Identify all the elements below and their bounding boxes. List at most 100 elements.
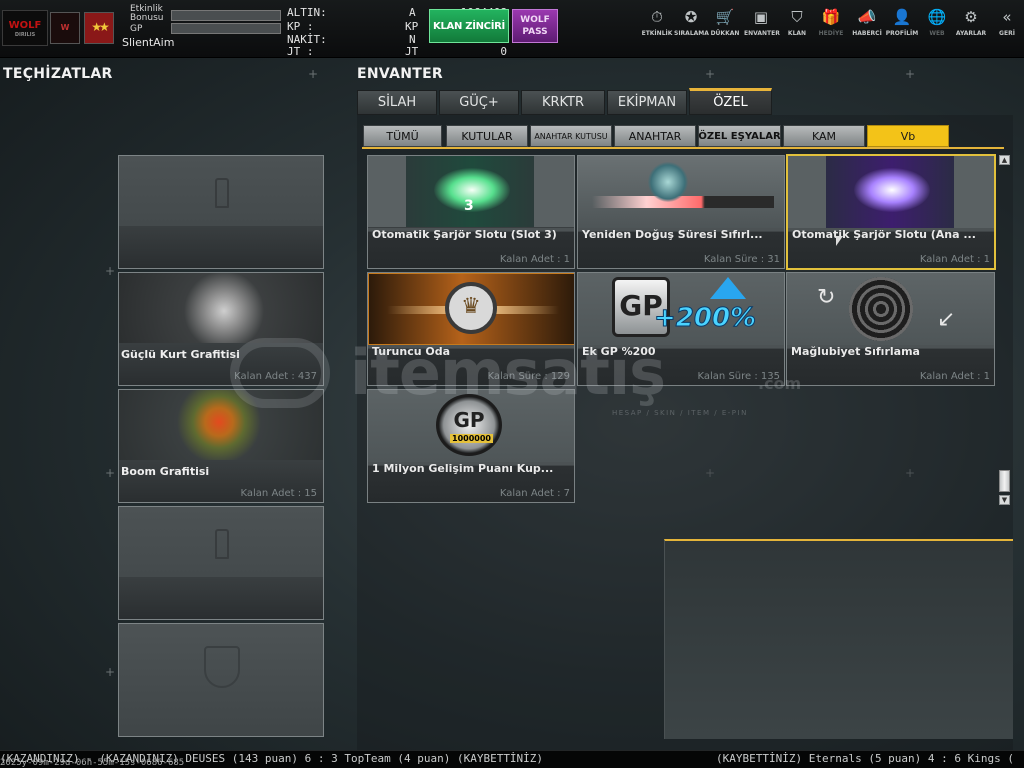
item-name: 1 Milyon Gelişim Puanı Kup... [372,462,554,475]
inventory-item[interactable]: ↻ ↙ Mağlubiyet Sıfırlama Kalan Adet : 1 [786,272,995,386]
tab-krktr[interactable]: KRKTR [521,90,605,115]
inventory-item[interactable]: GP 1000000 1 Milyon Gelişim Puanı Kup...… [367,389,575,503]
gear-icon: ⚙ [964,8,978,26]
inventory-item-selected[interactable]: Otomatik Şarjör Slotu (Ana ... Kalan Ade… [786,154,996,270]
gift-icon: 🎁 [821,8,841,26]
item-qty: Kalan Süre : 135 [697,371,780,382]
reset-arrow-icon: ↻ [817,285,836,310]
nav-megaphone[interactable]: 📣 HABERCİ [850,8,884,48]
nav-cart[interactable]: 🛒 DÜKKAN [708,8,742,48]
item-detail-panel [664,539,1013,739]
nav-label: HABERCİ [852,30,882,37]
wolf-graffiti-art [119,273,323,343]
spray-can-icon [215,529,229,559]
clan-emblem[interactable]: W [50,12,80,44]
reset-arrow-icon: ↙ [937,307,956,332]
slot-art [119,507,323,577]
inventory-item[interactable]: Yeniden Doğuş Süresi Sıfırl... Kalan Sür… [577,155,785,269]
megaphone-icon: 📣 [857,8,877,26]
nav-label: SIRALAMA [674,30,709,37]
nav-profile[interactable]: 👤 PROFİLİM [885,8,919,48]
currency-row-jt: JT :0 JT [287,45,507,58]
inventory-scrollbar[interactable]: ▲ ▼ [999,155,1010,505]
subtab-tumu[interactable]: TÜMÜ [363,125,442,147]
decor-plus: + [705,67,716,81]
orange-room-art: ♛ [368,273,574,345]
cursor-icon [836,236,843,246]
up-arrow-icon [710,277,746,299]
nav-gift[interactable]: 🎁 HEDİYE [814,8,848,48]
subtab-underline [362,147,1004,149]
scroll-thumb[interactable] [999,470,1010,492]
gp-label: GP [130,24,143,34]
clan-chain-button[interactable]: KLAN ZİNCİRİ [429,9,509,43]
wolf-pass-button[interactable]: WOLF PASS [512,9,558,43]
game-logo: WOLF DIRILIS [2,10,48,46]
subtab-kutular[interactable]: KUTULAR [446,125,528,147]
nav-label: ENVANTER [744,30,780,37]
item-qty: Kalan Adet : 1 [919,254,990,265]
inventory-item[interactable]: ♛ Turuncu Oda Kalan Süre : 129 [367,272,575,386]
item-name: Otomatik Şarjör Slotu (Ana ... [792,228,976,241]
nav-label: WEB [929,30,945,37]
subtab-kam[interactable]: KAM [783,125,865,147]
subtab-anahtar-kutusu[interactable]: ANAHTAR KUTUSU [530,125,612,147]
scroll-up-icon[interactable]: ▲ [999,155,1010,165]
item-name: Turuncu Oda [372,345,451,358]
nav-back[interactable]: « GERİ [990,8,1024,48]
username: SlientAim [122,36,175,49]
subtab-vb[interactable]: Vb [867,125,949,147]
slot-number: 3 [464,198,474,214]
inventory-icon: ▣ [753,8,769,26]
equipment-slot-graffiti-2[interactable]: Boom Grafitisi Kalan Adet : 15 [118,389,324,503]
nav-globe[interactable]: 🌐 WEB [920,8,954,48]
nav-gear[interactable]: ⚙ AYARLAR [954,8,988,48]
subtab-anahtar[interactable]: ANAHTAR [614,125,696,147]
loss-reset-art: ↻ ↙ [787,273,994,345]
item-qty: Kalan Adet : 1 [919,371,990,382]
respawn-reset-art [578,156,784,228]
inventory-item[interactable]: GP +200% Ek GP %200 Kalan Süre : 135 [577,272,785,386]
arrow-icon [592,196,774,208]
tab-ozel[interactable]: ÖZEL [689,88,772,115]
creature-icon [648,162,688,202]
nav-label: KLAN [787,30,807,37]
subtab-ozel-esyalar[interactable]: ÖZEL EŞYALAR [698,125,781,147]
slot-qty: Kalan Adet : 15 [240,488,317,499]
scroll-down-icon[interactable]: ▼ [999,495,1010,505]
item-qty: Kalan Süre : 129 [487,371,570,382]
inventory-item[interactable]: 3 Otomatik Şarjör Slotu (Slot 3) Kalan A… [367,155,575,269]
back-icon: « [1002,8,1012,26]
equipment-slot-graffiti-1[interactable]: Güçlü Kurt Grafitisi Kalan Adet : 437 [118,272,324,386]
gp-bar [171,23,281,34]
decor-plus: + [105,466,116,480]
gp-coupon-art: GP 1000000 [368,390,574,462]
item-name: Mağlubiyet Sıfırlama [791,345,920,358]
equipment-slot-armor[interactable] [118,623,324,737]
ammo-slot-art: 3 [368,156,574,228]
nav-label: ETKİNLİK [641,30,673,37]
equipment-slot-spray-empty[interactable] [118,506,324,620]
nav-medal[interactable]: ✪ SIRALAMA [674,8,709,48]
tab-silah[interactable]: SİLAH [357,90,437,115]
rifle-icon [854,168,930,212]
gp-coin-icon: GP [436,394,502,456]
tab-guc[interactable]: GÜÇ+ [439,90,519,115]
decor-plus: + [308,67,319,81]
nav-label: HEDİYE [818,30,844,37]
inventory-title: ENVANTER [357,66,444,82]
equipment-title: TEÇHİZATLAR [3,66,113,82]
nav-clan-shield[interactable]: ⛉ KLAN [780,8,814,48]
nav-inventory[interactable]: ▣ ENVANTER [744,8,780,48]
nav-label: PROFİLİM [885,30,919,37]
rank-badge[interactable]: ★★ [84,12,114,44]
equipment-slot-spray[interactable] [118,155,324,269]
item-qty: Kalan Süre : 31 [703,254,780,265]
nav-stopwatch[interactable]: ⏱ ETKİNLİK [640,8,674,48]
nav-label: AYARLAR [955,30,987,37]
slot-name: Boom Grafitisi [121,465,210,478]
tab-ekipman[interactable]: EKİPMAN [607,90,687,115]
profile-icon: 👤 [892,8,912,26]
nav-label: GERİ [999,30,1015,37]
globe-icon: 🌐 [927,8,947,26]
